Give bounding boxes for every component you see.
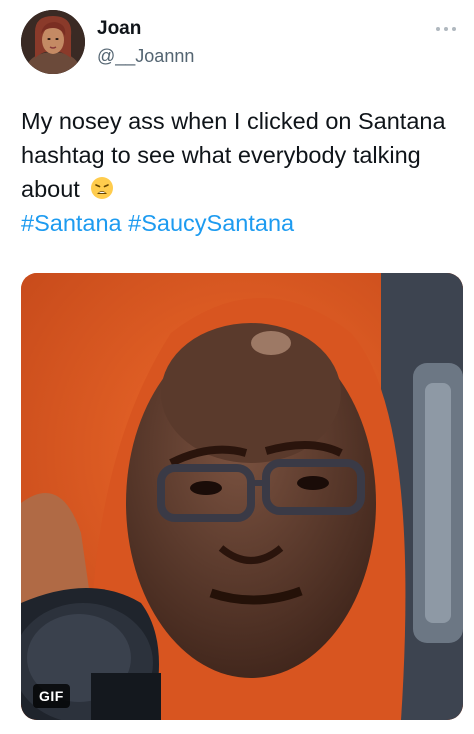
more-dots-icon	[436, 27, 456, 31]
weary-face-icon	[90, 175, 114, 199]
avatar[interactable]	[21, 10, 85, 74]
tweet: Joan @__Joannn My nosey ass when I click…	[0, 0, 474, 734]
tweet-media-gif[interactable]: GIF	[21, 273, 463, 720]
tweet-body: My nosey ass when I clicked on Santana h…	[21, 108, 446, 202]
gif-badge: GIF	[33, 684, 70, 708]
gif-media-icon	[21, 273, 463, 720]
hashtag-santana[interactable]: #Santana	[21, 210, 122, 236]
hashtag-saucysantana[interactable]: #SaucySantana	[128, 210, 294, 236]
tweet-text: My nosey ass when I clicked on Santana h…	[21, 104, 461, 240]
user-display-name[interactable]: Joan	[97, 18, 141, 40]
user-handle[interactable]: @__Joannn	[97, 45, 194, 67]
more-options-button[interactable]	[432, 18, 460, 40]
